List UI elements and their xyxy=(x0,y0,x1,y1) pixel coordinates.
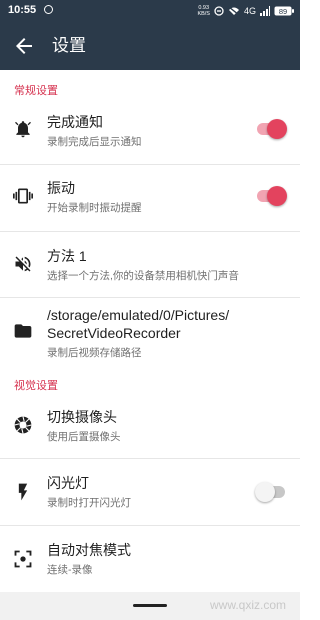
setting-focus[interactable]: 自动对焦模式 连续-录像 xyxy=(0,530,300,590)
setting-path-title-line1: /storage/emulated/0/Pictures/ xyxy=(47,307,230,323)
setting-method[interactable]: 方法 1 选择一个方法,你的设备禁用相机快门声音 xyxy=(0,235,300,295)
net-speed-unit: KB/S xyxy=(197,11,210,17)
folder-icon xyxy=(14,324,32,338)
divider xyxy=(0,458,300,459)
battery-level: 89 xyxy=(279,7,287,16)
bell-icon xyxy=(15,121,31,138)
vibration-icon xyxy=(13,188,33,204)
setting-notify-title: 完成通知 xyxy=(47,114,103,130)
net-speed: 0.93 KB/S xyxy=(197,5,210,17)
setting-flash[interactable]: 闪光灯 录制时打开闪光灯 xyxy=(0,462,300,524)
alarm-clock-icon xyxy=(44,5,53,14)
app-bar: 设置 xyxy=(0,22,300,70)
setting-camera-title: 切换摄像头 xyxy=(47,409,117,425)
watermark: www.qxiz.com xyxy=(209,598,286,612)
network-type: 4G xyxy=(243,6,256,16)
focus-icon xyxy=(14,550,32,568)
setting-method-subtitle: 选择一个方法,你的设备禁用相机快门声音 xyxy=(47,270,239,282)
setting-camera-subtitle: 使用后置摄像头 xyxy=(47,431,121,443)
setting-path-subtitle: 录制后视频存储路径 xyxy=(47,347,142,359)
divider xyxy=(0,525,300,526)
setting-notify[interactable]: 完成通知 录制完成后显示通知 xyxy=(0,106,300,163)
navigation-bar: www.qxiz.com xyxy=(0,592,300,620)
wifi-off-icon xyxy=(228,6,240,16)
setting-path-title-line2: SecretVideoRecorder xyxy=(47,325,181,341)
signal-icon xyxy=(260,6,270,16)
setting-method-title: 方法 1 xyxy=(47,248,87,264)
page-title: 设置 xyxy=(52,36,86,55)
divider xyxy=(0,231,300,232)
mute-icon xyxy=(15,256,31,272)
divider xyxy=(0,164,300,165)
setting-flash-title: 闪光灯 xyxy=(47,475,89,491)
flash-toggle[interactable] xyxy=(255,482,287,502)
back-arrow-icon[interactable] xyxy=(12,34,36,58)
setting-path[interactable]: /storage/emulated/0/Pictures/ SecretVide… xyxy=(0,300,300,370)
setting-camera[interactable]: 切换摄像头 使用后置摄像头 xyxy=(0,398,300,456)
setting-vibrate[interactable]: 振动 开始录制时振动提醒 xyxy=(0,170,300,227)
setting-focus-subtitle: 连续-录像 xyxy=(47,564,93,576)
notify-toggle[interactable] xyxy=(255,119,287,139)
status-indicators: 0.93 KB/S 4G 89 xyxy=(197,4,294,18)
setting-vibrate-subtitle: 开始录制时振动提醒 xyxy=(47,202,142,214)
setting-vibrate-title: 振动 xyxy=(47,180,75,196)
status-time: 10:55 xyxy=(8,4,37,16)
setting-focus-title: 自动对焦模式 xyxy=(47,542,131,558)
flash-icon xyxy=(18,483,28,501)
status-bar: 10:55 0.93 KB/S 4G 89 xyxy=(0,0,300,22)
home-gesture-bar[interactable] xyxy=(133,604,167,607)
dnd-icon xyxy=(214,6,224,16)
setting-flash-subtitle: 录制时打开闪光灯 xyxy=(47,497,131,509)
camera-aperture-icon xyxy=(14,416,32,434)
battery-icon: 89 xyxy=(274,6,294,16)
setting-notify-subtitle: 录制完成后显示通知 xyxy=(47,136,142,148)
section-header-general: 常规设置 xyxy=(14,85,58,97)
section-header-visual: 视觉设置 xyxy=(14,380,58,392)
vibrate-toggle[interactable] xyxy=(255,186,287,206)
divider xyxy=(0,297,300,298)
